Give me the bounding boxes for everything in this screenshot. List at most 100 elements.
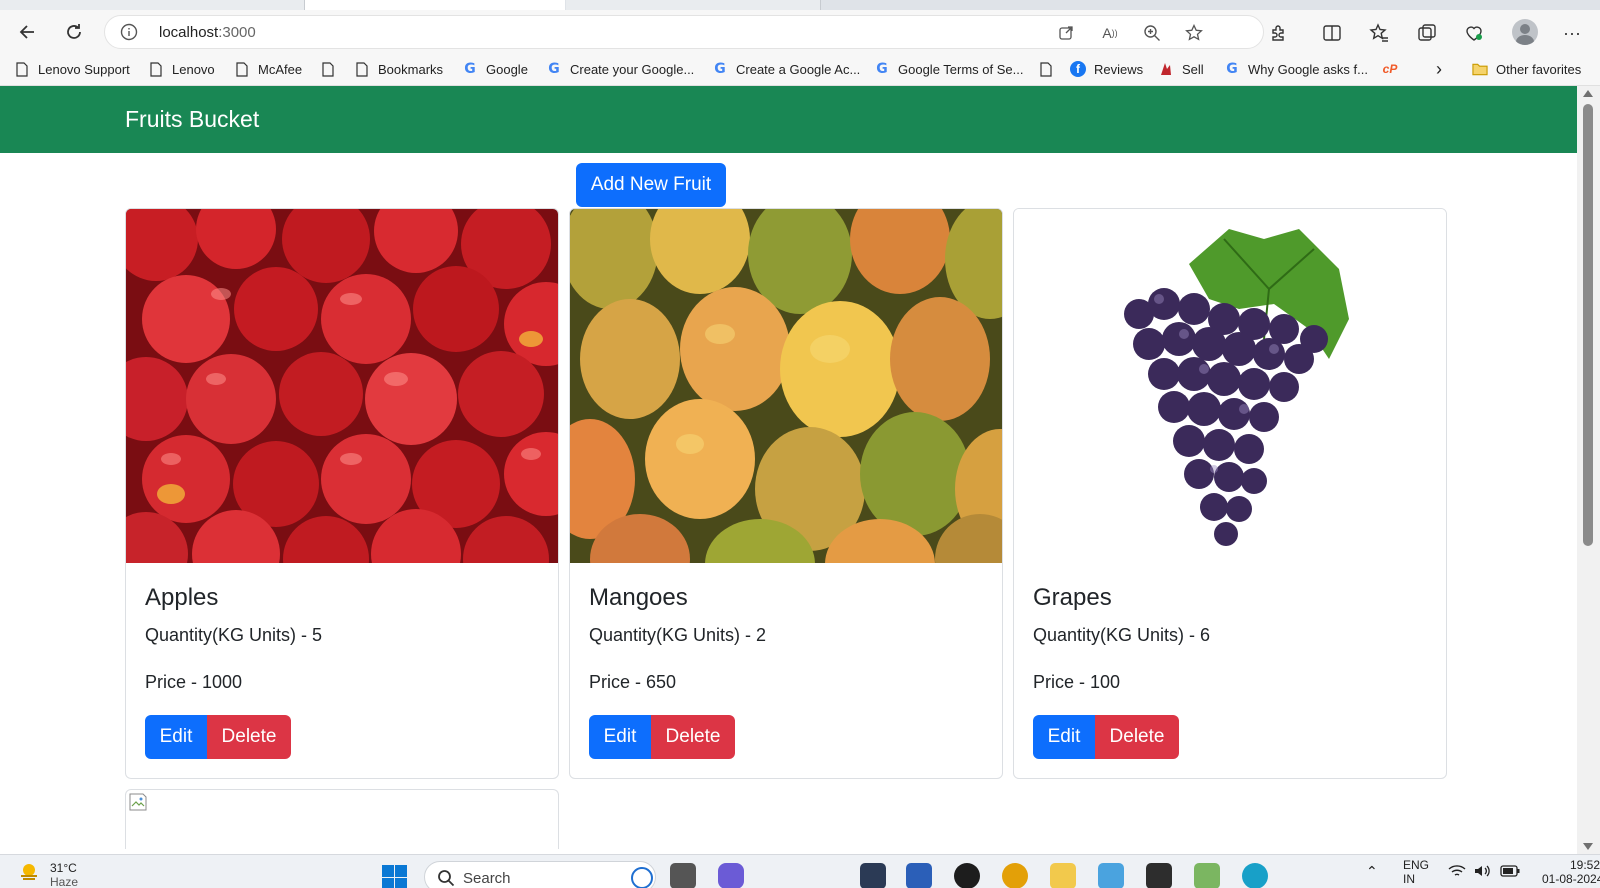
weather-condition: Haze [50, 875, 79, 888]
photos-icon[interactable] [1098, 863, 1124, 888]
bookmark-google[interactable]: G Google [462, 59, 528, 79]
browser-tab[interactable] [0, 0, 305, 10]
open-in-app-icon[interactable] [1055, 22, 1077, 44]
edit-button[interactable]: Edit [1033, 715, 1095, 759]
bookmark-label: Google Terms of Se... [898, 61, 1024, 77]
wifi-icon[interactable] [1448, 864, 1466, 881]
word-icon[interactable] [906, 863, 932, 888]
xbox-icon[interactable] [954, 863, 980, 888]
google-icon: G [714, 61, 726, 77]
refresh-button[interactable] [58, 16, 90, 48]
teams-icon[interactable] [718, 863, 744, 888]
profile-avatar[interactable] [1512, 19, 1538, 45]
edge-icon[interactable] [1242, 863, 1268, 888]
bookmark-cp[interactable]: cP [1382, 59, 1406, 79]
fruit-price: Price - 100 [1033, 672, 1121, 692]
extensions-icon[interactable] [1266, 21, 1290, 45]
apples-image [126, 209, 558, 563]
bookmark-google-terms[interactable]: G Google Terms of Se... [874, 59, 1024, 79]
url-text[interactable]: localhost:3000 [159, 24, 256, 41]
page-scrollbar[interactable] [1577, 86, 1600, 854]
windows-start-icon[interactable] [382, 865, 408, 888]
bookmark-untitled-2[interactable] [1038, 59, 1062, 79]
bookmark-untitled[interactable] [320, 59, 344, 79]
fruit-quantity: Quantity(KG Units) - 2 [589, 625, 767, 645]
google-icon: G [1226, 61, 1238, 77]
bing-icon[interactable] [631, 867, 653, 888]
favorite-star-icon[interactable] [1183, 22, 1205, 44]
volume-icon[interactable] [1474, 864, 1492, 881]
url-port: :3000 [218, 24, 256, 41]
bookmark-label: Bookmarks [378, 61, 444, 77]
fruit-card: Mangoes Quantity(KG Units) - 2 Price - 6… [569, 208, 1003, 779]
fruit-card-partial [125, 789, 559, 849]
bookmarks-bar: Lenovo Support Lenovo McAfee Bookmarks G… [0, 52, 1600, 86]
favorites-icon[interactable] [1367, 21, 1391, 45]
bookmark-why-google[interactable]: G Why Google asks f... [1224, 59, 1368, 79]
language-code: ENG [1403, 858, 1430, 872]
url-host: localhost [159, 24, 219, 41]
back-button[interactable] [12, 16, 44, 48]
bookmark-create-google-account[interactable]: G Create a Google Ac... [712, 59, 860, 79]
edit-button[interactable]: Edit [589, 715, 651, 759]
page-icon [354, 61, 370, 77]
language-indicator[interactable]: ENG IN [1403, 858, 1429, 886]
other-favorites[interactable]: Other favorites [1472, 59, 1581, 79]
bookmark-label: Google [486, 61, 528, 77]
edit-button[interactable]: Edit [145, 715, 207, 759]
delete-button[interactable]: Delete [1095, 715, 1179, 759]
read-aloud-icon[interactable]: A)) [1099, 22, 1121, 44]
browser-essentials-icon[interactable] [1462, 21, 1486, 45]
page-icon [148, 61, 164, 77]
weather-widget[interactable]: 31°C Haze [18, 861, 78, 888]
bookmark-create-google[interactable]: G Create your Google... [546, 59, 694, 79]
page-icon [234, 61, 250, 77]
scroll-up-arrow-icon[interactable] [1583, 90, 1593, 97]
browser-tab[interactable] [566, 0, 821, 10]
app-icon[interactable] [1194, 863, 1220, 888]
bookmark-mcafee[interactable]: McAfee [234, 59, 302, 79]
scroll-thumb[interactable] [1583, 104, 1593, 546]
tray-chevron-icon[interactable]: ⌃ [1366, 863, 1378, 880]
task-view-icon[interactable] [670, 863, 696, 888]
fruit-card: Grapes Quantity(KG Units) - 6 Price - 10… [1013, 208, 1447, 779]
google-icon: G [876, 61, 888, 77]
region-code: IN [1403, 872, 1415, 886]
weather-haze-icon [18, 861, 40, 883]
zoom-icon[interactable] [1141, 22, 1163, 44]
browser-toolbar: localhost:3000 A)) ··· [0, 10, 1600, 52]
fruit-name: Grapes [1033, 584, 1112, 611]
react-devtools-icon[interactable] [860, 863, 886, 888]
delete-button[interactable]: Delete [651, 715, 735, 759]
address-bar[interactable]: localhost:3000 A)) [104, 15, 1264, 49]
bookmark-label: Create a Google Ac... [736, 61, 861, 77]
terminal-icon[interactable] [1146, 863, 1172, 888]
bookmark-label: Why Google asks f... [1248, 61, 1368, 77]
app-navbar: Fruits Bucket [0, 86, 1577, 153]
more-bookmarks-chevron-icon[interactable]: › [1436, 59, 1442, 79]
info-icon[interactable] [119, 22, 139, 42]
clock[interactable]: 19:52 01-08-2024 [1542, 858, 1600, 886]
taskbar-search[interactable]: Search [424, 861, 656, 888]
browser-tab-active[interactable] [305, 0, 565, 10]
delete-button[interactable]: Delete [207, 715, 291, 759]
more-menu-icon[interactable]: ··· [1560, 21, 1584, 45]
bookmark-lenovo[interactable]: Lenovo [148, 59, 215, 79]
bookmark-reviews[interactable]: f Reviews [1070, 59, 1143, 79]
other-favorites-label: Other favorites [1496, 61, 1582, 77]
scroll-down-arrow-icon[interactable] [1583, 843, 1593, 850]
add-new-fruit-button[interactable]: Add New Fruit [576, 163, 726, 207]
page-icon [1038, 61, 1054, 77]
battery-icon[interactable] [1500, 864, 1520, 881]
bookmark-label: Reviews [1094, 61, 1144, 77]
split-screen-icon[interactable] [1320, 21, 1344, 45]
bookmark-lenovo-support[interactable]: Lenovo Support [14, 59, 130, 79]
bookmark-sell[interactable]: Sell [1158, 59, 1204, 79]
page-icon [14, 61, 30, 77]
chrome-icon[interactable] [1002, 863, 1028, 888]
brand-title[interactable]: Fruits Bucket [125, 106, 259, 133]
collections-icon[interactable] [1415, 21, 1439, 45]
clock-time: 19:52 [1569, 858, 1600, 872]
bookmark-bookmarks[interactable]: Bookmarks [354, 59, 443, 79]
file-explorer-icon[interactable] [1050, 863, 1076, 888]
